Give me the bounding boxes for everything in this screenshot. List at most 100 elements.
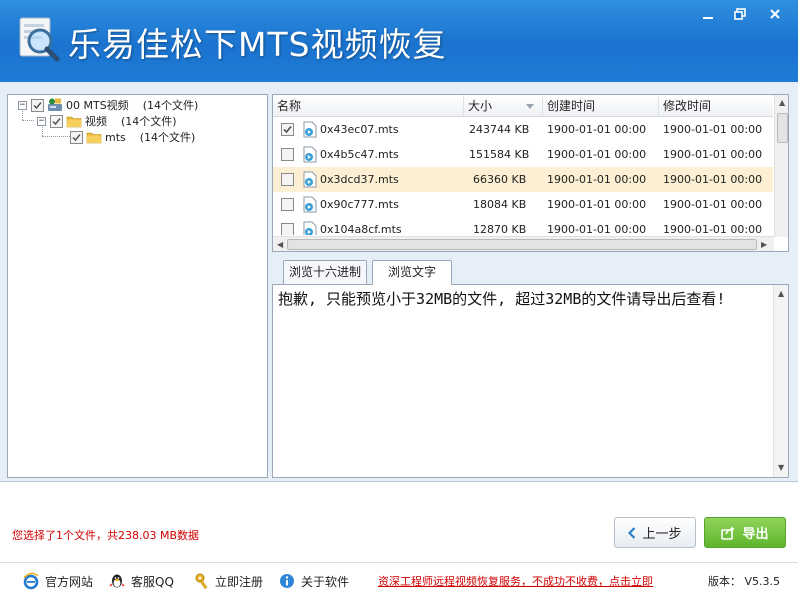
file-created: 1900-01-01 00:00 <box>547 198 647 211</box>
table-row[interactable]: 0x90c777.mts 18084 KB 1900-01-01 00:00 1… <box>273 192 773 217</box>
register-now-link[interactable]: 立即注册 <box>194 572 263 590</box>
title-bar: 乐易佳松下MTS视频恢复 <box>0 0 798 82</box>
collapse-icon[interactable]: − <box>18 100 27 110</box>
collapse-icon[interactable]: − <box>37 116 46 126</box>
preview-message: 抱歉, 只能预览小于32MB的文件, 超过32MB的文件请导出后查看! <box>278 290 726 308</box>
video-file-icon <box>303 171 317 188</box>
file-modified: 1900-01-01 00:00 <box>663 148 763 161</box>
file-name: 0x4b5c47.mts <box>320 148 399 161</box>
tree-item-label: 视频 <box>85 115 107 128</box>
row-checkbox[interactable] <box>281 173 294 186</box>
video-file-icon <box>303 196 317 213</box>
close-button[interactable] <box>757 0 793 28</box>
checkmark-icon <box>52 117 61 125</box>
info-icon <box>280 574 294 588</box>
video-file-icon <box>303 146 317 163</box>
row-checkbox[interactable] <box>281 123 294 136</box>
file-name: 0x90c777.mts <box>320 198 399 211</box>
table-row[interactable]: 0x104a8cf.mts 12870 KB 1900-01-01 00:00 … <box>273 217 773 235</box>
file-size: 12870 KB <box>473 223 527 235</box>
column-header-modified[interactable]: 修改时间 <box>659 95 773 117</box>
tab-hex-view[interactable]: 浏览十六进制 <box>283 260 367 284</box>
scroll-up-icon[interactable]: ▲ <box>779 98 785 107</box>
tree-item-count: (14个文件) <box>121 115 177 128</box>
scroll-thumb[interactable] <box>777 113 788 143</box>
chevron-left-icon <box>628 526 636 539</box>
about-software-label: 关于软件 <box>301 574 350 589</box>
file-size: 151584 KB <box>469 148 530 161</box>
key-icon <box>195 573 208 590</box>
tree-line <box>22 120 34 121</box>
file-name: 0x43ec07.mts <box>320 123 399 136</box>
scroll-right-icon[interactable]: ▶ <box>761 240 767 249</box>
close-icon <box>770 9 780 19</box>
video-file-icon <box>303 121 317 138</box>
ie-icon <box>23 572 39 590</box>
file-list[interactable]: 名称 大小 创建时间 修改时间 0x43ec07.mts 243744 KB 1… <box>272 94 789 252</box>
tree-item-mts[interactable]: mts (14个文件) <box>70 129 195 145</box>
tree-item-video[interactable]: − 视频 (14个文件) <box>37 113 177 129</box>
version-label: 版本： V5.3.5 <box>708 575 781 588</box>
sort-arrow-icon <box>526 104 534 109</box>
tree-item-count: (14个文件) <box>139 131 196 144</box>
previous-step-button[interactable]: 上一步 <box>614 517 696 548</box>
file-name: 0x3dcd37.mts <box>320 173 399 186</box>
table-row[interactable]: 0x4b5c47.mts 151584 KB 1900-01-01 00:00 … <box>273 142 773 167</box>
main-area: − 00 MTS视频 (14个文件) − 视频 (14个文件) mts (14个… <box>0 82 798 482</box>
scroll-thumb[interactable] <box>287 239 757 250</box>
file-modified: 1900-01-01 00:00 <box>663 173 763 186</box>
scroll-down-icon[interactable]: ▼ <box>778 463 784 472</box>
maximize-button[interactable] <box>722 0 758 28</box>
table-row[interactable]: 0x43ec07.mts 243744 KB 1900-01-01 00:00 … <box>273 117 773 142</box>
file-size: 66360 KB <box>473 173 527 186</box>
export-button[interactable]: 导出 <box>704 517 786 548</box>
tree-item-root[interactable]: − 00 MTS视频 (14个文件) <box>18 97 198 113</box>
remote-recovery-service-link[interactable]: 资深工程师远程视频恢复服务，不成功不收费，点击立即 <box>378 573 653 589</box>
folder-tree[interactable]: − 00 MTS视频 (14个文件) − 视频 (14个文件) mts (14个… <box>7 94 268 478</box>
preview-panel[interactable]: 抱歉, 只能预览小于32MB的文件, 超过32MB的文件请导出后查看! ▲ ▼ <box>272 284 789 478</box>
previous-step-label: 上一步 <box>642 527 682 542</box>
folder-icon <box>86 132 102 144</box>
file-created: 1900-01-01 00:00 <box>547 223 647 235</box>
column-header-name[interactable]: 名称 <box>273 95 464 117</box>
file-created: 1900-01-01 00:00 <box>547 173 647 186</box>
file-list-body: 0x43ec07.mts 243744 KB 1900-01-01 00:00 … <box>273 117 773 235</box>
preview-scrollbar[interactable]: ▲ ▼ <box>773 285 788 477</box>
official-website-link[interactable]: 官方网站 <box>22 572 93 590</box>
qq-penguin-icon <box>109 574 125 588</box>
tree-item-label: mts <box>105 130 126 144</box>
row-checkbox[interactable] <box>281 148 294 161</box>
scroll-left-icon[interactable]: ◀ <box>277 240 283 249</box>
customer-qq-link[interactable]: 客服QQ <box>108 572 174 590</box>
file-modified: 1900-01-01 00:00 <box>663 223 763 235</box>
export-icon <box>721 526 736 540</box>
file-created: 1900-01-01 00:00 <box>547 123 647 136</box>
minimize-button[interactable] <box>690 0 726 28</box>
tree-checkbox[interactable] <box>70 130 83 144</box>
file-list-vertical-scrollbar[interactable]: ▲ <box>774 95 788 237</box>
app-logo-icon <box>19 17 60 62</box>
export-label: 导出 <box>742 527 769 542</box>
checkmark-icon <box>33 101 42 109</box>
tree-checkbox[interactable] <box>50 114 63 128</box>
file-name: 0x104a8cf.mts <box>320 223 402 235</box>
customer-qq-label: 客服QQ <box>131 574 174 589</box>
row-checkbox[interactable] <box>281 198 294 211</box>
column-header-size[interactable]: 大小 <box>464 95 543 117</box>
tree-checkbox[interactable] <box>31 98 44 112</box>
file-created: 1900-01-01 00:00 <box>547 148 647 161</box>
table-row-selected[interactable]: 0x3dcd37.mts 66360 KB 1900-01-01 00:00 1… <box>273 167 773 192</box>
row-checkbox[interactable] <box>281 223 294 235</box>
checkmark-icon <box>72 133 81 141</box>
file-modified: 1900-01-01 00:00 <box>663 123 763 136</box>
file-list-header: 名称 大小 创建时间 修改时间 <box>273 95 773 117</box>
column-header-created[interactable]: 创建时间 <box>543 95 659 117</box>
scroll-up-icon[interactable]: ▲ <box>778 289 784 298</box>
file-size: 243744 KB <box>469 123 530 136</box>
register-now-label: 立即注册 <box>215 574 264 589</box>
folder-icon <box>66 116 82 128</box>
about-software-link[interactable]: 关于软件 <box>278 572 349 590</box>
minimize-icon <box>703 17 713 19</box>
tab-text-view[interactable]: 浏览文字 <box>372 260 452 285</box>
file-list-horizontal-scrollbar[interactable]: ◀ ▶ <box>273 236 774 251</box>
